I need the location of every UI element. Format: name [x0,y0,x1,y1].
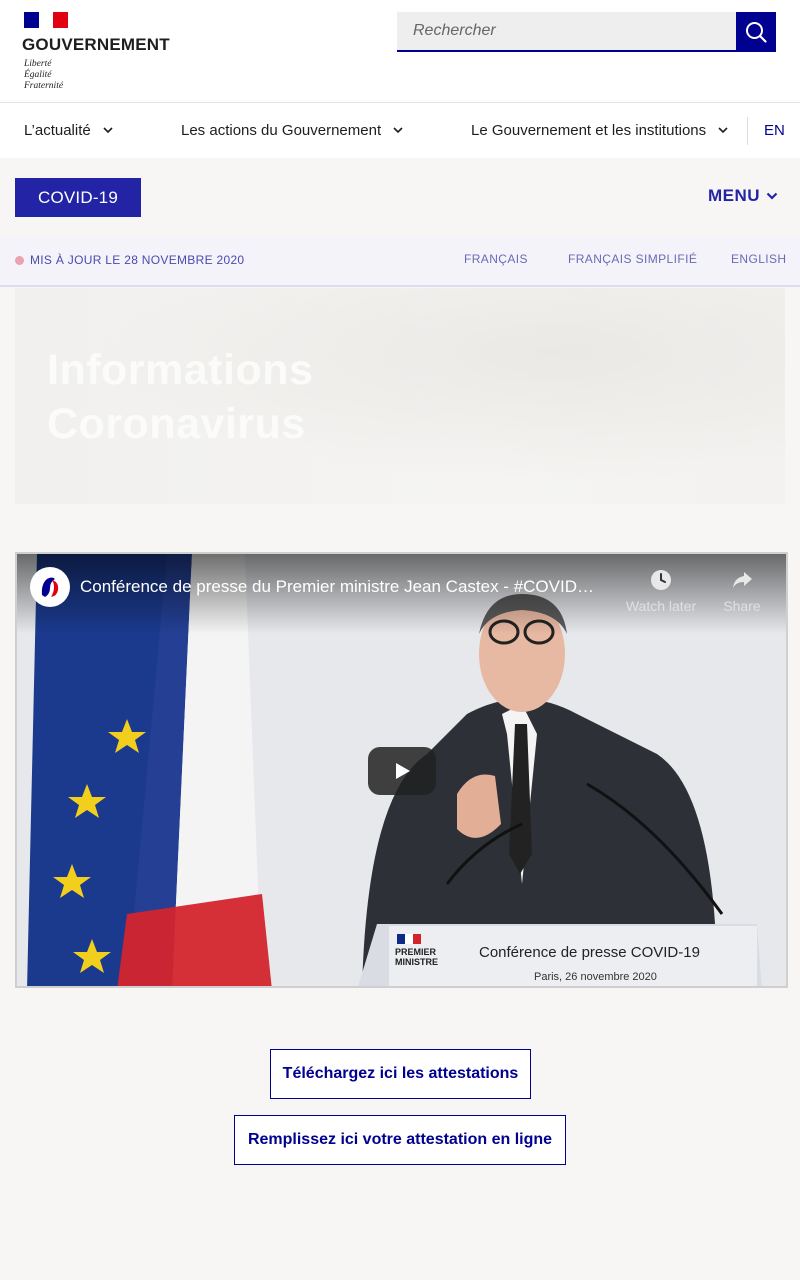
update-bar: MIS À JOUR LE 28 NOVEMBRE 2020 FRANÇAIS … [0,236,800,287]
menu-button[interactable]: MENU [708,186,778,206]
nav-item-institutions[interactable]: Le Gouvernement et les institutions [471,103,728,158]
play-button[interactable] [368,747,436,795]
hero-title: Informations Coronavirus [47,343,313,451]
main-nav: L’actualité Les actions du Gouvernement … [0,103,800,158]
watch-later-label: Watch later [625,598,697,614]
share-icon [733,572,752,588]
nav-item-actions[interactable]: Les actions du Gouvernement [181,103,403,158]
nav-item-actualite[interactable]: L’actualité [24,103,113,158]
podium-org: PREMIER MINISTRE [395,947,438,967]
menu-label: MENU [708,186,761,205]
chevron-down-icon [718,127,728,134]
chevron-down-icon [393,127,403,134]
lang-link-english[interactable]: ENGLISH [731,252,786,266]
video-title[interactable]: Conférence de presse du Premier ministre… [80,577,615,597]
chevron-down-icon [103,127,113,134]
podium-title: Conférence de presse COVID-19 [479,944,700,961]
podium-org-line: MINISTRE [395,957,439,967]
nav-item-label: Le Gouvernement et les institutions [471,122,707,139]
motto-line: Liberté [24,59,52,69]
share-button[interactable]: Share [702,568,782,614]
language-switch[interactable]: EN [764,103,785,158]
chevron-down-icon [766,192,778,200]
video-player[interactable]: PREMIER MINISTRE Conférence de presse CO… [15,552,788,988]
search-input[interactable] [397,12,737,52]
watch-later-button[interactable]: Watch later [621,568,701,614]
channel-avatar[interactable] [30,567,70,607]
clock-icon [651,570,671,590]
brand-name[interactable]: GOUVERNEMENT [22,35,170,55]
podium-subtitle: Paris, 26 novembre 2020 [534,971,657,983]
covid-bar: COVID-19 MENU [0,158,800,236]
motto-line: Égalité [24,70,52,80]
update-status: MIS À JOUR LE 28 NOVEMBRE 2020 [30,253,245,267]
motto: Liberté Égalité Fraternité [24,59,63,92]
site-header: GOUVERNEMENT Liberté Égalité Fraternité [0,0,800,103]
marianne-icon [34,571,66,603]
nav-item-label: Les actions du Gouvernement [181,122,382,139]
play-icon [396,763,410,779]
motto-line: Fraternité [24,81,64,91]
nav-item-label: L’actualité [24,122,91,139]
lang-link-francais-simplifie[interactable]: FRANÇAIS SIMPLIFIÉ [568,252,697,266]
status-dot [15,256,24,265]
nav-divider [747,117,748,145]
hero-title-line: Informations [47,346,314,394]
download-attestations-button[interactable]: Téléchargez ici les attestations [270,1049,531,1099]
fill-attestation-button[interactable]: Remplissez ici votre attestation en lign… [234,1115,566,1165]
podium-org-line: PREMIER [395,947,437,957]
search-button[interactable] [736,12,776,52]
covid-badge[interactable]: COVID-19 [15,178,141,217]
hero-title-line: Coronavirus [47,400,306,448]
hero-banner: Informations Coronavirus [15,288,785,504]
search-icon [746,22,767,43]
share-label: Share [723,598,761,614]
marianne-flag-logo[interactable] [24,12,69,28]
lang-link-francais[interactable]: FRANÇAIS [464,252,528,266]
